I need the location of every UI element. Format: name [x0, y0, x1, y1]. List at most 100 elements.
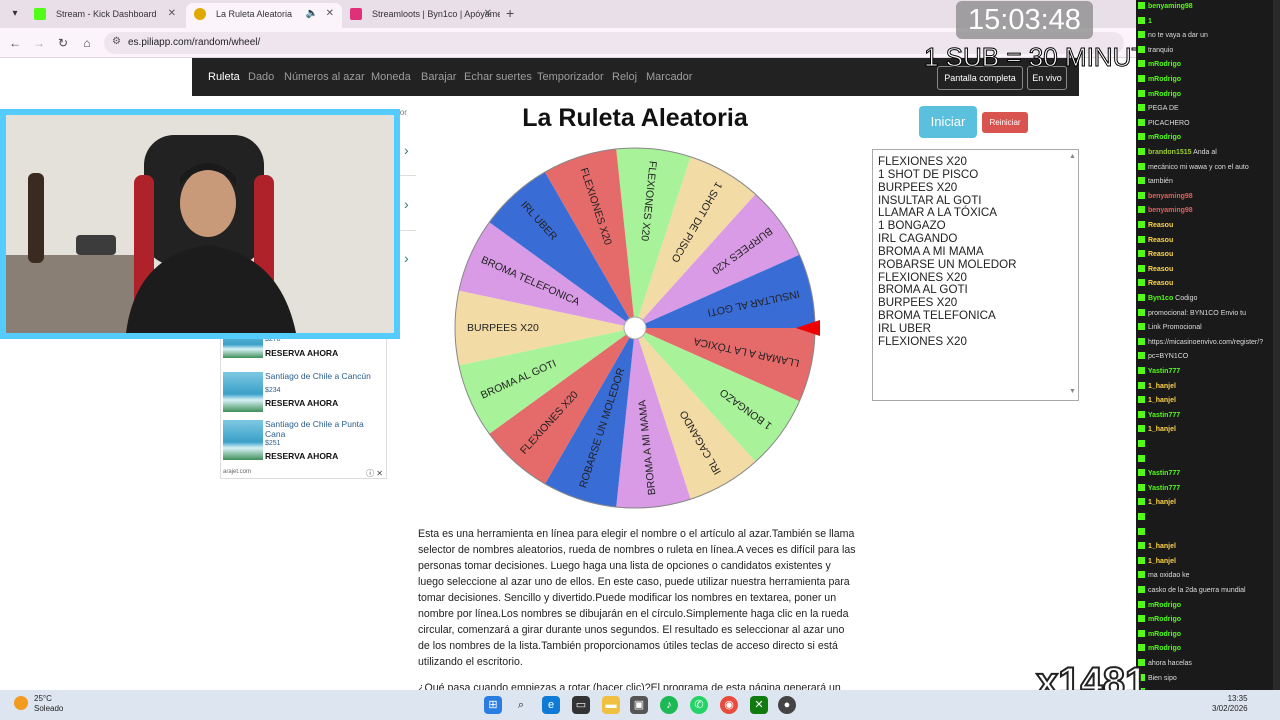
chat-username[interactable]: benyaming98 — [1146, 193, 1193, 200]
ad-title[interactable]: Santiago de Chile a Punta Cana — [265, 419, 385, 439]
nav-link-numeros[interactable]: Números al azar — [284, 71, 365, 83]
chat-username[interactable]: mRodrigo — [1146, 631, 1181, 638]
whatsapp-icon[interactable]: ✆ — [690, 696, 708, 714]
chat-message: 1_hanjel — [1138, 556, 1276, 567]
chat-username[interactable]: mRodrigo — [1146, 134, 1181, 141]
tab-close-icon[interactable]: ✕ — [326, 3, 334, 25]
forward-icon[interactable]: → — [30, 34, 48, 52]
chat-message: Reasou — [1138, 235, 1276, 246]
store-icon[interactable]: ▣ — [630, 696, 648, 714]
reload-icon[interactable]: ↻ — [54, 34, 72, 52]
tab-audio-icon[interactable]: 🔈 — [306, 3, 318, 25]
spotify-icon[interactable]: ♪ — [660, 696, 678, 714]
chat-username[interactable]: 1_hanjel — [1146, 558, 1176, 565]
ad-cta[interactable]: RESERVA AHORA — [265, 451, 338, 461]
chat-username[interactable]: Yastin777 — [1146, 470, 1180, 477]
new-tab-icon[interactable]: + — [506, 5, 514, 21]
chat-username[interactable]: mRodrigo — [1146, 645, 1181, 652]
option-line: FLEXIONES X20 — [878, 334, 967, 348]
ad-cta[interactable]: RESERVA AHORA — [265, 398, 338, 408]
tab-kick-dashboard[interactable]: Stream - Kick Dashboard ✕ — [26, 3, 184, 28]
search-icon[interactable]: ⌕ — [512, 696, 530, 714]
nav-link-marcador[interactable]: Marcador — [646, 71, 692, 83]
badge-icon — [1138, 513, 1145, 520]
nav-link-ruleta[interactable]: Ruleta — [208, 71, 240, 83]
nav-link-barajar[interactable]: Barajar — [421, 71, 456, 83]
nav-link-dado[interactable]: Dado — [248, 71, 274, 83]
chat-message: mRodrigo — [1138, 600, 1276, 611]
tab-close-icon[interactable]: ✕ — [168, 3, 176, 25]
tab-ruleta[interactable]: La Ruleta Aleatoria 🔈 ✕ — [186, 3, 342, 28]
windows-start-icon[interactable]: ⊞ — [484, 696, 502, 714]
chat-username[interactable]: 1_hanjel — [1146, 499, 1176, 506]
chat-username[interactable]: mRodrigo — [1146, 91, 1181, 98]
option-line: ROBARSE UN MOLEDOR — [878, 257, 1017, 271]
chat-username[interactable]: 1_hanjel — [1146, 426, 1176, 433]
ad-title[interactable]: Santiago de Chile a Cancún — [265, 371, 385, 382]
chat-message: Byn1co Codigo — [1138, 294, 1276, 304]
chat-username[interactable]: mRodrigo — [1146, 616, 1181, 623]
start-button[interactable]: Iniciar — [919, 106, 977, 138]
chat-username[interactable]: Reasou — [1146, 280, 1173, 287]
chat-message: Reasou — [1138, 279, 1276, 289]
chat-message: 1 — [1138, 16, 1276, 27]
wheel-segment-label: BURPEES X20 — [467, 322, 539, 334]
chevron-right-icon[interactable]: › — [404, 196, 409, 212]
chat-message: benyaming98 — [1138, 206, 1276, 216]
chat-username[interactable]: mRodrigo — [1146, 602, 1181, 609]
ad-cta[interactable]: RESERVA AHORA — [265, 348, 338, 358]
url-text: es.piliapp.com/random/wheel/ — [128, 37, 261, 48]
task-view-icon[interactable]: ▭ — [572, 696, 590, 714]
chat-username[interactable]: Reasou — [1146, 222, 1173, 229]
chat-username[interactable]: benyaming98 — [1146, 3, 1193, 10]
chat-username[interactable]: Reasou — [1146, 251, 1173, 258]
options-textarea[interactable]: ▲ ▼ FLEXIONES X20 1 SHOT DE PISCO BURPEES X… — [872, 149, 1079, 401]
chat-username[interactable]: mRodrigo — [1146, 61, 1181, 68]
chat-username[interactable]: Reasou — [1146, 237, 1173, 244]
back-icon[interactable]: ← — [6, 34, 24, 52]
badge-icon — [1138, 104, 1145, 112]
ad-panel[interactable]: $270 RESERVA AHORA Santiago de Chile a C… — [220, 328, 387, 479]
home-icon[interactable]: ⌂ — [78, 34, 96, 52]
edge-icon[interactable]: e — [542, 696, 560, 714]
chat-username[interactable]: Reasou — [1146, 266, 1173, 273]
option-line: 1 SHOT DE PISCO — [878, 167, 979, 181]
obs-icon[interactable]: ● — [778, 696, 796, 714]
chat-username[interactable]: 1_hanjel — [1146, 397, 1176, 404]
chat-username[interactable]: Yastin777 — [1146, 368, 1180, 375]
ad-close-icon[interactable]: ⓘ ✕ — [366, 468, 383, 479]
ad-source[interactable]: arajet.com — [223, 469, 251, 475]
chat-username[interactable]: 1_hanjel — [1146, 543, 1176, 550]
chat-username[interactable]: Yastin777 — [1146, 412, 1180, 419]
chat-username[interactable]: 1_hanjel — [1146, 383, 1176, 390]
ad-item[interactable]: Santiago de Chile a Punta Cana $251 RESE… — [223, 419, 385, 464]
chrome-icon[interactable]: ◉ — [720, 696, 738, 714]
chat-username[interactable]: brandon1515 — [1146, 149, 1192, 156]
roulette-wheel[interactable]: FLEXIONES X20 1 SHOT DE PISCOBURPEES X20I… — [450, 143, 820, 513]
chat-message: 1_hanjel — [1138, 498, 1276, 508]
taskbar-clock[interactable]: 13:35 3/02/2026 — [1212, 694, 1248, 714]
chat-username[interactable]: mRodrigo — [1146, 76, 1181, 83]
nav-link-reloj[interactable]: Reloj — [612, 71, 637, 83]
textarea-scrollbar[interactable]: ▲ ▼ — [1067, 151, 1077, 399]
chat-username[interactable]: benyaming98 — [1146, 207, 1193, 214]
chevron-right-icon[interactable]: › — [404, 142, 409, 158]
chat-message: Reasou — [1138, 250, 1276, 260]
badge-icon — [1138, 396, 1145, 404]
nav-link-temporizador[interactable]: Temporizador — [537, 71, 604, 83]
ad-item[interactable]: Santiago de Chile a Cancún $234 RESERVA … — [223, 371, 385, 416]
tab-close-icon[interactable]: ✕ — [484, 3, 492, 25]
chevron-right-icon[interactable]: › — [404, 250, 409, 266]
file-explorer-icon[interactable]: ▬ — [602, 696, 620, 714]
badge-icon — [1138, 556, 1145, 564]
site-info-icon[interactable]: ⚙ — [112, 36, 121, 47]
chat-username[interactable]: Byn1co — [1146, 295, 1173, 302]
reset-button[interactable]: Reiniciar — [982, 112, 1028, 133]
nav-link-echar-suertes[interactable]: Echar suertes — [464, 71, 532, 83]
chat-username[interactable]: Yastin777 — [1146, 485, 1180, 492]
nav-link-moneda[interactable]: Moneda — [371, 71, 411, 83]
xbox-icon[interactable]: ✕ — [750, 696, 768, 714]
tab-search-icon[interactable]: ▾ — [6, 6, 24, 22]
tab-streamloots[interactable]: Streamloots | Byn1co | Apóyame ✕ — [342, 3, 500, 28]
chat-username[interactable]: 1 — [1146, 18, 1152, 25]
